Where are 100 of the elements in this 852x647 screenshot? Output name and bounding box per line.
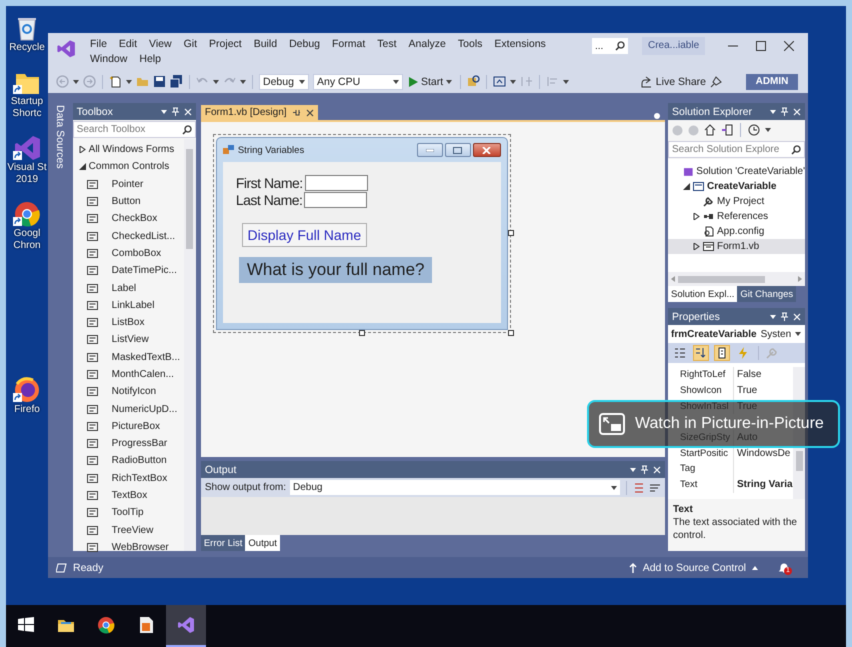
play-icon[interactable]	[409, 76, 418, 86]
toolbox-item[interactable]: NotifyIcon	[112, 386, 156, 398]
toolbox-item[interactable]: WebBrowser	[112, 542, 169, 553]
toolbox-item[interactable]: Button	[112, 196, 141, 208]
desktop-icon-label[interactable]: Firefo	[6, 404, 48, 416]
toolbox-item[interactable]: Pointer	[112, 178, 144, 190]
toolbox-item[interactable]: ComboBox	[112, 248, 162, 259]
property-value[interactable]: WindowsDe	[734, 448, 790, 459]
browser-icon[interactable]	[493, 75, 506, 88]
share-icon[interactable]	[640, 76, 652, 88]
display-button[interactable]: Display Full Name	[242, 223, 367, 247]
toolbox-item[interactable]: PictureBox	[112, 420, 160, 432]
search-icon[interactable]	[615, 41, 625, 51]
toolbox-group[interactable]: All Windows Forms	[88, 144, 174, 156]
menu-item[interactable]: Debug	[283, 37, 326, 52]
property-pages-button[interactable]	[714, 345, 730, 361]
pin-icon[interactable]	[292, 109, 300, 116]
menu-item[interactable]: Project	[203, 37, 248, 52]
menu-item[interactable]: Extensions	[488, 37, 552, 52]
toolbox-item[interactable]: RichTextBox	[112, 472, 168, 484]
tree-item[interactable]: References	[668, 209, 805, 224]
toolbox-item[interactable]: Label	[112, 282, 136, 294]
solution-name[interactable]: Crea...iable	[642, 37, 706, 55]
menu-item[interactable]: Git	[178, 37, 204, 52]
account-button[interactable]: ADMIN	[746, 74, 798, 90]
toolbox-item[interactable]: ListView	[112, 334, 149, 346]
menu-item[interactable]: Build	[248, 37, 284, 52]
search-field[interactable]: Search Solution Explore	[668, 141, 805, 158]
desktop-icon-label[interactable]: Recycle	[6, 42, 48, 54]
text-field[interactable]	[304, 174, 368, 190]
menu-item[interactable]: View	[143, 37, 178, 52]
tree-item[interactable]: Form1.vb	[668, 239, 805, 254]
toolbox-item[interactable]: RadioButton	[112, 455, 167, 466]
toolbox-item[interactable]: MonthCalen...	[112, 369, 174, 380]
clear-icon[interactable]	[633, 482, 645, 494]
menu-item[interactable]: Help	[133, 52, 167, 67]
feedback-icon[interactable]	[710, 76, 722, 88]
menu-item[interactable]: Analyze	[402, 37, 452, 52]
tree-item[interactable]: CreateVariable	[668, 179, 805, 194]
new-item-icon[interactable]	[109, 75, 122, 88]
scrollbar[interactable]	[668, 272, 805, 286]
toolbox-item[interactable]: LinkLabel	[112, 300, 154, 311]
history-icon[interactable]	[748, 124, 760, 136]
output-source-dropdown[interactable]: Debug	[290, 480, 620, 495]
home-icon[interactable]	[704, 124, 716, 136]
search-field[interactable]: ...	[592, 38, 628, 54]
save-icon[interactable]	[153, 75, 166, 88]
collapsed-arrow-icon[interactable]	[692, 243, 700, 250]
word-wrap-icon[interactable]	[649, 482, 661, 494]
collapsed-arrow-icon[interactable]	[78, 146, 86, 154]
minimize-button[interactable]	[416, 143, 443, 157]
menu-item[interactable]: Window	[84, 52, 134, 67]
menu-item[interactable]: Format	[326, 37, 372, 52]
source-control-button[interactable]: Add to Source Control	[642, 562, 746, 574]
close-icon[interactable]	[784, 41, 794, 51]
save-all-icon[interactable]	[170, 75, 183, 88]
property-value[interactable]: String Varia	[734, 479, 793, 490]
toolbox-group[interactable]: Common Controls	[88, 161, 170, 172]
toolbox-item[interactable]: NumericUpD...	[112, 404, 178, 415]
configuration-dropdown[interactable]: Debug	[259, 74, 309, 90]
property-value[interactable]: False	[734, 369, 762, 380]
start-button[interactable]: Start	[421, 76, 444, 88]
search-icon[interactable]	[791, 144, 801, 154]
tree-item[interactable]: Solution 'CreateVariable'	[668, 164, 805, 179]
object-selector[interactable]: frmCreateVariable Systen	[668, 325, 805, 343]
toolbox-item[interactable]: CheckBox	[112, 213, 158, 224]
desktop-icon-label[interactable]: Googl Chron	[6, 228, 48, 252]
toolbox-item[interactable]: DateTimePic...	[112, 265, 177, 276]
expanded-arrow-icon[interactable]	[682, 183, 690, 190]
platform-dropdown[interactable]: Any CPU	[313, 74, 403, 90]
menu-item[interactable]: Test	[371, 37, 403, 52]
maximize-icon[interactable]	[756, 41, 766, 51]
menu-item[interactable]: Edit	[112, 37, 144, 52]
search-field[interactable]: Search Toolbox	[72, 121, 196, 138]
panel-tab[interactable]: Output	[245, 535, 280, 551]
close-icon[interactable]	[306, 108, 314, 116]
text-field[interactable]	[304, 192, 368, 208]
resize-handle[interactable]	[508, 330, 514, 336]
desktop-icon-label[interactable]: Startup Shortc	[6, 96, 48, 120]
tree-item[interactable]: My Project	[668, 194, 805, 209]
menu-item[interactable]: Tools	[452, 37, 488, 52]
visual-studio-icon[interactable]	[13, 134, 41, 162]
toolbox-item[interactable]: CheckedList...	[112, 230, 176, 242]
search-icon[interactable]	[182, 124, 192, 134]
desktop-icon-label[interactable]: Visual St 2019	[6, 162, 48, 186]
close-button[interactable]	[472, 143, 501, 157]
tree-item[interactable]: App.config	[668, 224, 805, 239]
toolbox-item[interactable]: ListBox	[112, 317, 144, 328]
switch-views-icon[interactable]	[721, 124, 733, 136]
panel-tab[interactable]: Solution Expl...	[668, 286, 738, 302]
data-sources-tab[interactable]: Data Sources	[54, 103, 66, 551]
resize-handle[interactable]	[358, 330, 365, 336]
live-share-button[interactable]: Live Share	[656, 76, 706, 88]
menu-item[interactable]: File	[84, 37, 113, 52]
find-icon[interactable]	[467, 75, 480, 88]
toolbox-item[interactable]: ProgressBar	[112, 438, 168, 450]
toolbox-item[interactable]: TreeView	[112, 524, 154, 536]
toolbox-item[interactable]: TextBox	[112, 490, 148, 502]
collapsed-arrow-icon[interactable]	[692, 213, 700, 220]
toolbox-item[interactable]: ToolTip	[112, 507, 144, 518]
